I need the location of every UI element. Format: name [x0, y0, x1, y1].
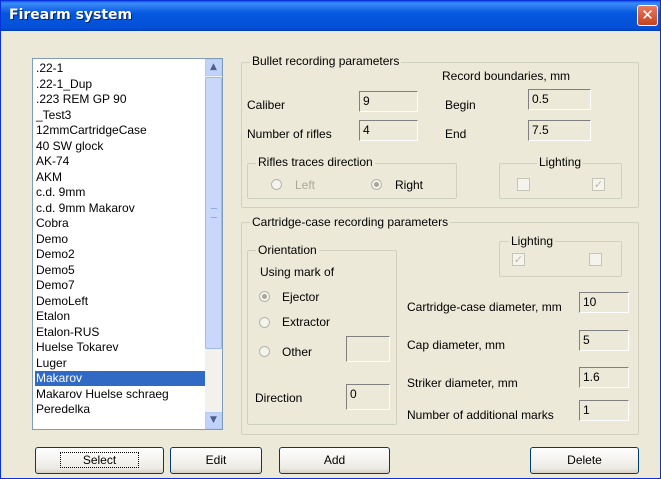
bullet-lighting-checkbox-1[interactable]: [517, 178, 530, 191]
select-button-label: Select: [59, 452, 140, 468]
add-button-label: Add: [323, 453, 346, 467]
bullet-lighting-title: Lighting: [537, 155, 584, 169]
bullet-params-title: Bullet recording parameters: [250, 54, 402, 68]
list-item[interactable]: Etalon-RUS: [35, 325, 206, 340]
additional-marks-field[interactable]: 1: [579, 400, 629, 421]
right-radio-label: Right: [395, 178, 424, 192]
delete-button-label: Delete: [567, 453, 602, 467]
window-title: Firearm system: [9, 7, 133, 23]
right-radio[interactable]: [371, 179, 382, 190]
list-item[interactable]: Luger: [35, 356, 206, 371]
direction-field[interactable]: 0: [346, 384, 390, 410]
cartridge-lighting-checkbox-2[interactable]: [589, 253, 602, 266]
list-item[interactable]: Huelse Tokarev: [35, 340, 206, 355]
list-item[interactable]: 40 SW glock: [35, 139, 206, 154]
extractor-radio[interactable]: [259, 317, 270, 328]
close-icon[interactable]: ✕: [637, 5, 658, 26]
bullet-lighting-checkbox-2[interactable]: ✓: [592, 178, 605, 191]
using-mark-label: Using mark of: [260, 265, 335, 279]
begin-label: Begin: [445, 98, 476, 112]
rifles-field[interactable]: 4: [359, 120, 418, 141]
case-diameter-field[interactable]: 10: [579, 292, 629, 313]
ejector-radio-label: Ejector: [282, 290, 320, 304]
cap-diameter-field[interactable]: 5: [579, 330, 629, 351]
edit-button[interactable]: Edit: [170, 447, 262, 474]
list-item[interactable]: AKM: [35, 170, 206, 185]
begin-field[interactable]: 0.5: [528, 89, 591, 110]
other-field[interactable]: [346, 336, 390, 362]
rifles-direction-title: Rifles traces direction: [256, 155, 375, 169]
delete-button[interactable]: Delete: [530, 447, 639, 474]
list-item[interactable]: c.d. 9mm: [35, 185, 206, 200]
list-scrollbar[interactable]: ▲ ▼: [205, 59, 222, 429]
list-item[interactable]: Cobra: [35, 216, 206, 231]
list-item[interactable]: DemoLeft: [35, 294, 206, 309]
list-item[interactable]: .223 REM GP 90: [35, 92, 206, 107]
ejector-radio[interactable]: [259, 291, 270, 302]
grip-icon: [211, 208, 217, 218]
select-button[interactable]: Select: [35, 447, 164, 474]
scroll-up-icon[interactable]: ▲: [205, 59, 222, 76]
firearm-system-window: Firearm system ✕ Peredelka Makarov Huelse…: [0, 0, 661, 479]
end-label: End: [445, 127, 467, 141]
list-item[interactable]: Demo: [35, 232, 206, 247]
list-item[interactable]: Makarov Huelse schraeg: [35, 387, 206, 402]
list-item[interactable]: Demo2: [35, 247, 206, 262]
direction-label: Direction: [255, 391, 303, 405]
list-item[interactable]: Demo7: [35, 278, 206, 293]
list-item[interactable]: Etalon: [35, 309, 206, 324]
case-diameter-label: Cartridge-case diameter, mm: [407, 300, 562, 314]
edit-button-label: Edit: [205, 453, 227, 467]
caliber-label: Caliber: [247, 98, 286, 112]
cartridge-lighting-checkbox-1[interactable]: ✓: [512, 253, 525, 266]
striker-diameter-label: Striker diameter, mm: [407, 376, 518, 390]
firearm-list[interactable]: Peredelka Makarov Huelse schraeg Makarov Lu…: [32, 58, 223, 430]
other-radio[interactable]: [259, 346, 270, 357]
list-item[interactable]: .22-1: [35, 61, 206, 76]
other-radio-label: Other: [282, 345, 313, 359]
caliber-field[interactable]: 9: [359, 91, 418, 112]
rifles-label: Number of rifles: [247, 127, 332, 141]
list-item[interactable]: Demo5: [35, 263, 206, 278]
left-radio-label: Left: [295, 178, 316, 192]
orientation-title: Orientation: [256, 243, 319, 257]
list-item[interactable]: _Test3: [35, 108, 206, 123]
list-item[interactable]: c.d. 9mm Makarov: [35, 201, 206, 216]
striker-diameter-field[interactable]: 1.6: [579, 367, 629, 388]
left-radio[interactable]: [271, 179, 282, 190]
list-item[interactable]: AK-74: [35, 154, 206, 169]
scroll-down-icon[interactable]: ▼: [205, 412, 222, 429]
cartridge-lighting-title: Lighting: [509, 234, 556, 248]
list-item[interactable]: Peredelka: [35, 402, 206, 417]
additional-marks-label: Number of additional marks: [407, 408, 554, 422]
end-field[interactable]: 7.5: [528, 120, 591, 141]
add-button[interactable]: Add: [279, 447, 390, 474]
list-item[interactable]: .22-1_Dup: [35, 77, 206, 92]
cartridge-params-title: Cartridge-case recording parameters: [250, 215, 451, 229]
title-bar[interactable]: Firearm system ✕: [1, 1, 660, 31]
list-item[interactable]: Makarov: [35, 371, 206, 386]
list-item[interactable]: 12mmCartridgeCase: [35, 123, 206, 138]
cap-diameter-label: Cap diameter, mm: [407, 338, 506, 352]
extractor-radio-label: Extractor: [282, 315, 331, 329]
scroll-thumb[interactable]: [205, 77, 222, 349]
boundaries-label: Record boundaries, mm: [442, 69, 571, 83]
